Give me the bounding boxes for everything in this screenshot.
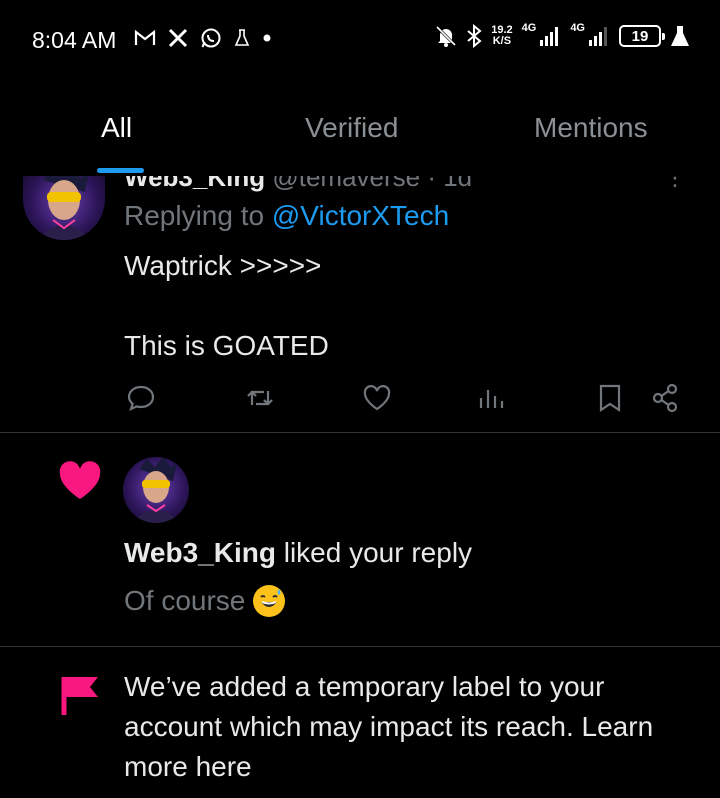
- replying-mention-link[interactable]: @VictorXTech: [272, 200, 449, 231]
- flask-icon: [670, 25, 690, 47]
- system-icons: 19.2 K/S 4G 4G 19: [435, 22, 690, 48]
- bookmark-icon[interactable]: [592, 380, 628, 416]
- whatsapp-icon: [200, 27, 222, 49]
- liked-reply-preview: Of course: [124, 585, 286, 617]
- like-notification[interactable]: Web3_King liked your reply Of course: [0, 433, 720, 647]
- views-icon[interactable]: [473, 380, 509, 416]
- sweat-smile-emoji-icon: [253, 585, 286, 617]
- user-name[interactable]: Web3_King: [124, 537, 276, 568]
- signal-icon: [539, 25, 561, 47]
- account-label-notification[interactable]: We’ve added a temporary label to your ac…: [0, 647, 720, 798]
- tweet-text: Waptrick >>>>> This is GOATED: [124, 246, 329, 366]
- gmail-icon: [134, 29, 156, 47]
- tab-verified[interactable]: Verified: [305, 112, 398, 144]
- like-icon[interactable]: [359, 380, 395, 416]
- heart-icon: [58, 461, 102, 506]
- dot-icon: [262, 33, 272, 43]
- notification-icons: [134, 27, 272, 49]
- status-time: 8:04 AM: [32, 27, 117, 53]
- replying-to: Replying to @VictorXTech: [124, 200, 449, 232]
- tab-mentions[interactable]: Mentions: [534, 112, 648, 144]
- bell-off-icon: [435, 25, 457, 47]
- retweet-icon[interactable]: [242, 380, 278, 416]
- avatar[interactable]: [23, 176, 105, 240]
- avatar[interactable]: [123, 457, 189, 523]
- notification-tabs: All Verified Mentions: [0, 100, 720, 176]
- reply-tweet[interactable]: Web3_King @temaverse · 1d ⋮ Replying to …: [0, 176, 720, 433]
- net-speed: 19.2 K/S: [491, 24, 513, 47]
- flag-icon: [60, 675, 102, 722]
- signal-type-2: 4G: [570, 22, 585, 34]
- like-text: Web3_King liked your reply: [124, 537, 472, 569]
- flask-icon: [234, 29, 250, 47]
- reply-icon[interactable]: [123, 380, 159, 416]
- like-action-text: liked your reply: [275, 537, 473, 568]
- battery-indicator: 19: [619, 25, 665, 47]
- tab-indicator: [97, 168, 144, 173]
- tweet-header: Web3_King @temaverse · 1d: [124, 176, 472, 193]
- tab-all[interactable]: All: [101, 112, 132, 144]
- author-handle: @temaverse · 1d: [272, 176, 473, 192]
- status-bar: 8:04 AM 19.2 K/S 4G 4G 19: [0, 0, 720, 80]
- flag-message-text: We’ve added a temporary label to your ac…: [124, 671, 605, 742]
- bluetooth-icon: [466, 24, 482, 48]
- replying-prefix: Replying to: [124, 200, 272, 231]
- share-icon[interactable]: [647, 380, 683, 416]
- quote-text: Of course: [124, 585, 246, 616]
- tweet-actions: [0, 380, 720, 420]
- signal-icon: [588, 25, 610, 47]
- signal-type-1: 4G: [521, 22, 537, 34]
- more-options-icon[interactable]: ⋮: [664, 176, 686, 189]
- author-name[interactable]: Web3_King: [124, 176, 265, 192]
- flag-message: We’ve added a temporary label to your ac…: [124, 667, 684, 787]
- tweet-line: This is GOATED: [124, 330, 329, 361]
- x-icon: [168, 28, 188, 48]
- tweet-line: Waptrick >>>>>: [124, 250, 322, 281]
